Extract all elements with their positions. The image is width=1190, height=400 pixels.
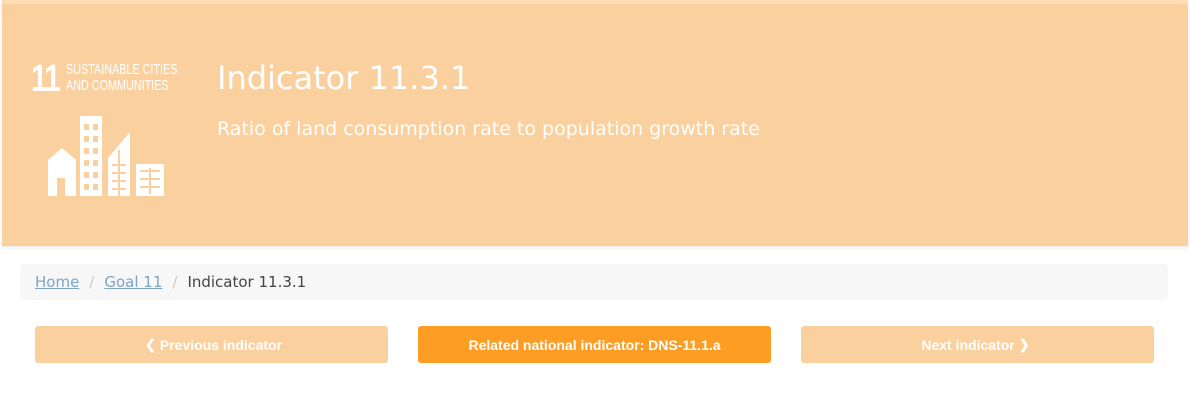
tall-building-shape xyxy=(80,116,102,196)
indicator-subtitle: Ratio of land consumption rate to popula… xyxy=(217,118,760,140)
chevron-left-icon: ❮ xyxy=(144,336,156,352)
goal-11-tile[interactable]: 11 SUSTAINABLE CITIES AND COMMUNITIES xyxy=(22,50,187,215)
chevron-right-icon: ❯ xyxy=(1018,336,1030,352)
goal-number: 11 xyxy=(31,58,61,100)
related-national-indicator-button[interactable]: Related national indicator: DNS-11.1.a xyxy=(418,326,771,363)
previous-indicator-label: Previous indicator xyxy=(159,336,283,353)
next-indicator-button[interactable]: Next indicator ❯ xyxy=(801,326,1154,363)
goal-title: SUSTAINABLE CITIES AND COMMUNITIES xyxy=(66,61,178,94)
page-title: Indicator 11.3.1 xyxy=(217,59,471,97)
related-indicator-label: Related national indicator: DNS-11.1.a xyxy=(468,336,721,353)
next-indicator-label: Next indicator xyxy=(921,336,1015,353)
house-door xyxy=(57,178,65,196)
breadcrumb-current: Indicator 11.3.1 xyxy=(187,273,307,291)
breadcrumb-separator: / xyxy=(172,273,178,291)
breadcrumb-goal-link[interactable]: Goal 11 xyxy=(104,273,162,291)
indicator-banner: 11 SUSTAINABLE CITIES AND COMMUNITIES In… xyxy=(2,0,1188,246)
breadcrumb: Home / Goal 11 / Indicator 11.3.1 xyxy=(20,264,1168,300)
city-buildings-icon xyxy=(48,116,164,196)
previous-indicator-button[interactable]: ❮ Previous indicator xyxy=(35,326,388,363)
breadcrumb-home-link[interactable]: Home xyxy=(35,273,79,291)
breadcrumb-separator: / xyxy=(89,273,95,291)
